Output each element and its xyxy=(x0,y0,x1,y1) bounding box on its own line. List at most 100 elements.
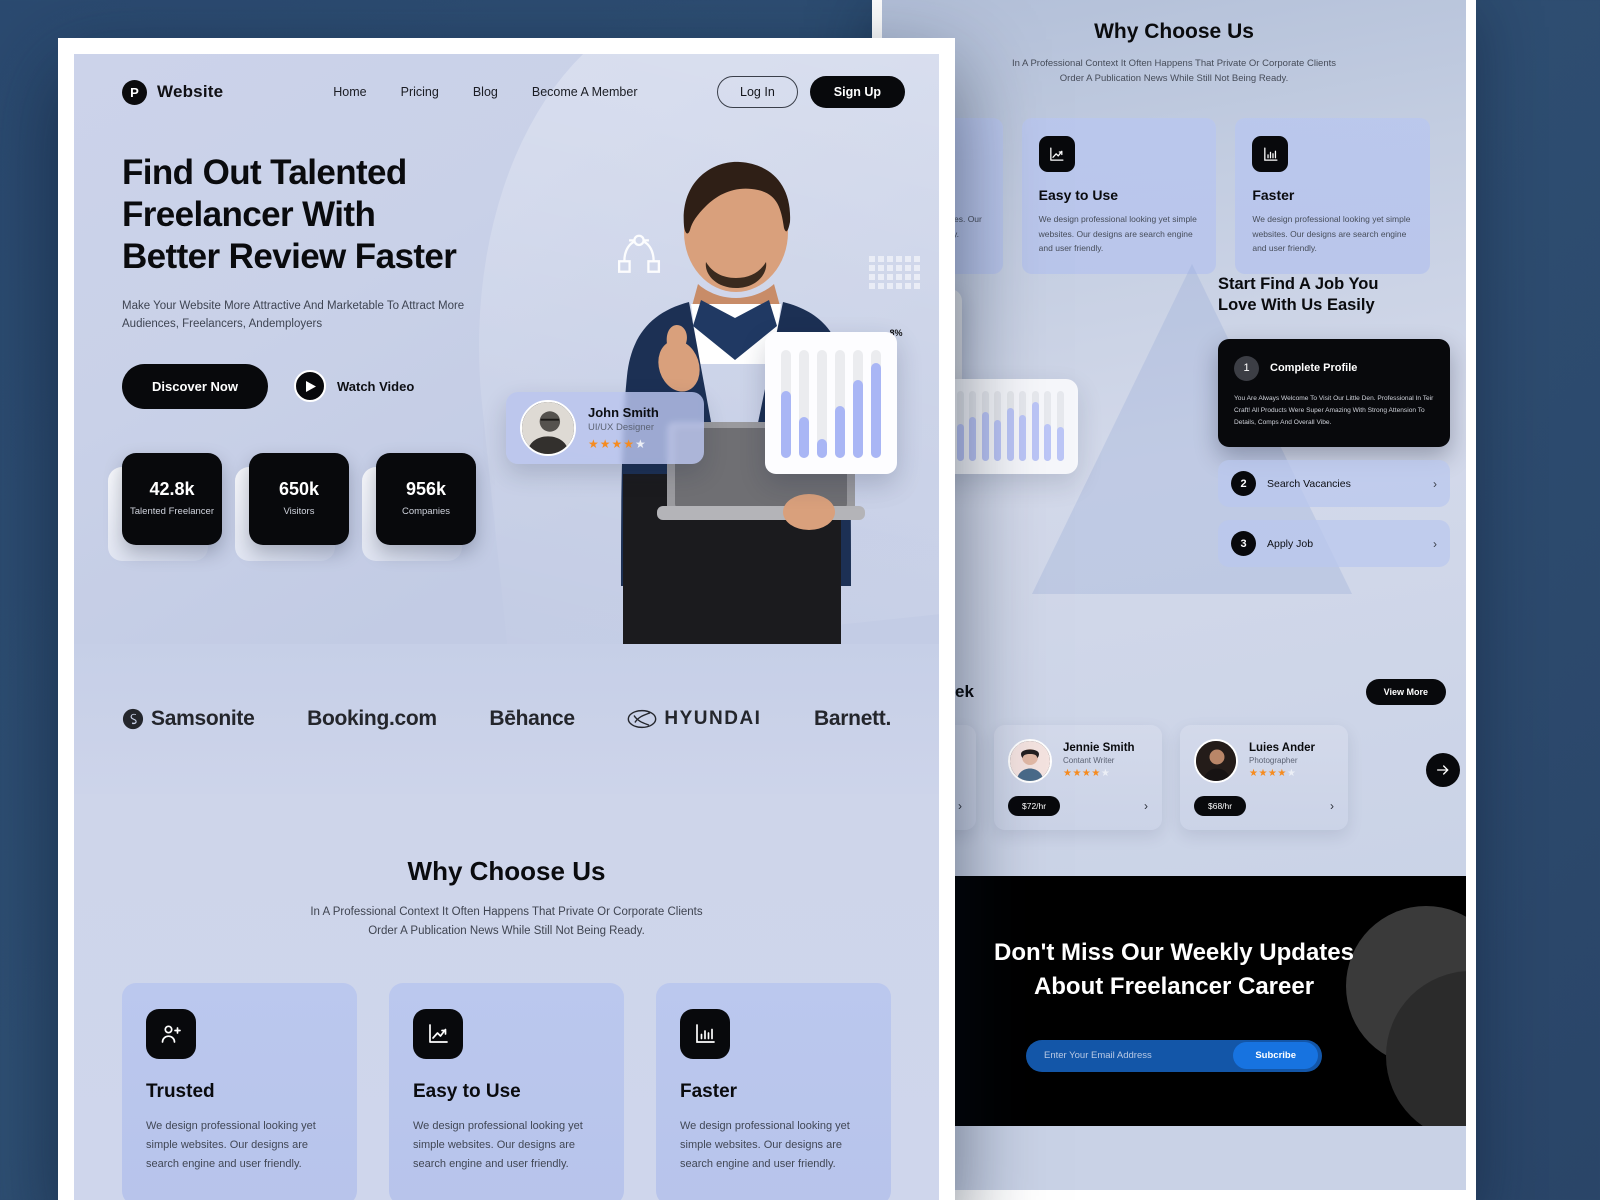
back-why-subtitle: In A Professional Context It Often Happe… xyxy=(1011,58,1337,85)
feature-card-trusted[interactable]: Trusted We design professional looking y… xyxy=(122,982,357,1200)
brand-label: Samsonite xyxy=(151,707,255,730)
back-design-card: Why Choose Us In A Professional Context … xyxy=(872,0,1476,1200)
bar-track xyxy=(981,390,989,461)
bar-track xyxy=(853,350,863,458)
person-name: John Smith xyxy=(588,405,659,420)
profile-footer: $68/hr › xyxy=(1194,795,1334,816)
job-step-search-vacancies[interactable]: 2 Search Vacancies › xyxy=(1218,460,1450,508)
bar-fill xyxy=(994,420,1002,461)
stat-item-companies: 956k Companies xyxy=(362,452,476,561)
chevron-right-icon[interactable]: › xyxy=(1144,799,1148,813)
step-header: 1 Complete Profile xyxy=(1234,355,1434,381)
brand-label: Bēhance xyxy=(489,707,575,730)
back-why-title: Why Choose Us xyxy=(1094,20,1254,43)
user-plus-icon xyxy=(146,1008,196,1059)
bar-track xyxy=(1031,390,1039,461)
bar-track xyxy=(835,350,845,458)
hourly-rate-badge: $68/hr xyxy=(1194,795,1247,816)
profile-name: Luies Ander xyxy=(1249,742,1316,755)
back-jobs-section: 8% Updates Start Find A Job You Love Wit… xyxy=(882,263,1466,679)
stat-card: 956k Companies xyxy=(376,452,476,545)
brand-logos-strip: Samsonite Booking.com Bēhance HYUNDAI Ba… xyxy=(74,644,939,794)
profile-footer: $72/hr › xyxy=(1008,795,1148,816)
feature-title: Easy to Use xyxy=(413,1080,521,1102)
feature-title: Faster xyxy=(680,1080,738,1102)
back-feature-card-faster[interactable]: Faster We design professional looking ye… xyxy=(1235,118,1431,274)
avatar xyxy=(520,400,576,456)
brand-label: Barnett. xyxy=(814,707,891,730)
logo-mark-icon: P xyxy=(122,79,147,105)
chevron-right-icon[interactable]: › xyxy=(958,799,962,813)
chevron-right-icon: › xyxy=(1433,536,1437,551)
profile-card-list: John Smith UI/UX Designer ★★★★★ $86/hr › xyxy=(882,724,1466,830)
newsletter-title-line2: About Freelancer Career xyxy=(1033,972,1315,1000)
watch-video-button[interactable]: Watch Video xyxy=(293,370,414,403)
back-feature-body: We design professional looking yet simpl… xyxy=(1252,214,1411,254)
discover-now-button[interactable]: Discover Now xyxy=(122,363,268,409)
subscribe-button[interactable]: Subcribe xyxy=(1233,1042,1318,1070)
bar-track xyxy=(817,350,827,458)
front-card-canvas: P Website Home Pricing Blog Become A Mem… xyxy=(74,54,939,1200)
bar-track xyxy=(1056,390,1064,461)
newsletter-title-line1: Don't Miss Our Weekly Updates xyxy=(993,938,1354,966)
brand-name: Website xyxy=(157,82,224,101)
top-navigation-bar: P Website Home Pricing Blog Become A Mem… xyxy=(74,54,939,108)
hero-title-line3: Better Review Faster xyxy=(122,237,457,276)
why-choose-us-section: Why Choose Us In A Professional Context … xyxy=(74,794,939,1200)
rating-stars: ★★★★★ xyxy=(588,437,647,451)
nav-item-become-a-member[interactable]: Become A Member xyxy=(532,85,638,99)
signup-button[interactable]: Sign Up xyxy=(809,76,905,108)
brand-logo-barnett: Barnett. xyxy=(814,707,891,731)
rating-stars: ★★★★★ xyxy=(1063,768,1111,780)
bar-track xyxy=(1044,390,1052,461)
brand-logo[interactable]: P Website xyxy=(122,79,224,105)
view-more-button[interactable]: View More xyxy=(1365,678,1446,705)
email-input[interactable] xyxy=(1026,1050,1234,1062)
bar-track xyxy=(799,350,809,458)
bar-track xyxy=(1019,390,1027,461)
featured-person-card[interactable]: John Smith UI/UX Designer ★★★★★ xyxy=(506,392,704,464)
chevron-right-icon[interactable]: › xyxy=(1330,799,1334,813)
front-design-card: P Website Home Pricing Blog Become A Mem… xyxy=(58,38,955,1200)
nav-item-home[interactable]: Home xyxy=(333,85,366,99)
nav-item-pricing[interactable]: Pricing xyxy=(401,85,439,99)
step-number-badge: 2 xyxy=(1231,471,1256,497)
hero-section: P Website Home Pricing Blog Become A Mem… xyxy=(74,54,939,644)
nav-item-blog[interactable]: Blog xyxy=(473,85,498,99)
stat-value: 42.8k xyxy=(149,478,195,499)
job-step-complete-profile[interactable]: 1 Complete Profile You Are Always Welcom… xyxy=(1218,338,1450,448)
profile-header: Luies Ander Photographer ★★★★★ xyxy=(1194,738,1334,783)
stat-value: 650k xyxy=(278,478,320,499)
trend-up-icon xyxy=(1038,136,1075,173)
stat-item-visitors: 650k Visitors xyxy=(235,452,349,561)
arrow-right-icon[interactable] xyxy=(1426,752,1460,787)
hourly-rate-badge: $72/hr xyxy=(1008,795,1061,816)
bar-fill xyxy=(956,424,964,461)
feature-card-easy-to-use[interactable]: Easy to Use We design professional looki… xyxy=(389,982,624,1200)
rating-stars: ★★★★★ xyxy=(1249,768,1297,780)
feature-card-faster[interactable]: Faster We design professional looking ye… xyxy=(656,982,891,1200)
hero-copy: Find Out Talented Freelancer With Better… xyxy=(74,108,544,409)
step-description: You Are Always Welcome To Visit Our Litt… xyxy=(1234,394,1434,426)
profile-meta: Luies Ander Photographer ★★★★★ xyxy=(1249,742,1315,779)
stat-card: 650k Visitors xyxy=(249,452,349,545)
bar-fill xyxy=(981,411,989,461)
profile-name: Jennie Smith xyxy=(1063,742,1135,755)
brand-logo-samsonite: Samsonite xyxy=(122,707,255,731)
bar-track xyxy=(1006,390,1014,461)
login-button[interactable]: Log In xyxy=(717,76,798,108)
bar-fill xyxy=(781,391,791,458)
bar-fill xyxy=(969,417,977,461)
profile-card[interactable]: Luies Ander Photographer ★★★★★ $68/hr › xyxy=(1180,724,1348,830)
profile-card[interactable]: Jennie Smith Contant Writer ★★★★★ $72/hr… xyxy=(994,724,1162,830)
newsletter-section: Don't Miss Our Weekly Updates About Free… xyxy=(882,875,1466,1126)
job-step-apply-job[interactable]: 3 Apply Job › xyxy=(1218,520,1450,568)
hero-title-line1: Find Out Talented xyxy=(122,153,407,192)
stat-item-talented-freelancer: 42.8k Talented Freelancer xyxy=(108,452,222,561)
avatar xyxy=(1194,738,1238,783)
newsletter-title: Don't Miss Our Weekly Updates About Free… xyxy=(994,936,1354,1004)
profile-role: Contant Writer xyxy=(1063,756,1115,766)
step-title: Search Vacancies xyxy=(1267,477,1351,490)
back-feature-card-easy-to-use[interactable]: Easy to Use We design professional looki… xyxy=(1021,118,1217,274)
step-number-badge: 3 xyxy=(1231,531,1256,557)
